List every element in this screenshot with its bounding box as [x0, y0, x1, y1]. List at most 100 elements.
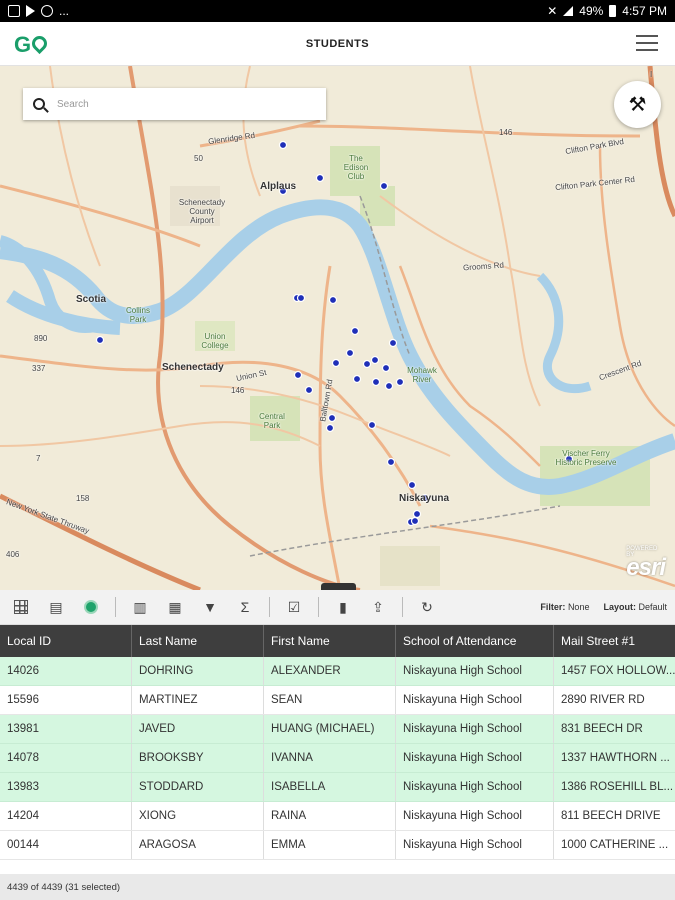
menu-icon-bar [636, 35, 658, 37]
cell-school: Niskayuna High School [396, 657, 554, 685]
column-header-school[interactable]: School of Attendance [396, 625, 554, 657]
grid-icon [14, 600, 28, 614]
photo-icon [8, 5, 20, 17]
table-row[interactable]: 13981 JAVED HUANG (MICHAEL) Niskayuna High … [0, 715, 675, 744]
cell-school: Niskayuna High School [396, 773, 554, 801]
list-icon: ▤ [49, 598, 63, 615]
cell-mail-street: 2890 RIVER RD [561, 694, 645, 706]
map-label-schenectady: Schenectady [162, 362, 224, 373]
table-row[interactable]: 14078 BROOKSBY IVANNA Niskayuna High School… [0, 744, 675, 773]
filter-status: Filter: None [540, 602, 590, 612]
cell-local-id: 13983 [0, 773, 132, 801]
cell-school: Niskayuna High School [396, 686, 554, 714]
cell-first-name: SEAN [264, 686, 396, 714]
map-label-mohawk-river: Mohawk River [407, 366, 437, 384]
map-view-button[interactable] [80, 596, 102, 618]
globe-icon [84, 600, 98, 614]
cell-local-id: 14204 [0, 802, 132, 830]
toolbar-divider [318, 597, 319, 617]
route-shield-interstate: I [650, 70, 653, 79]
mute-icon: ✕ [547, 4, 558, 18]
table-row[interactable]: 14204 XIONG RAINA Niskayuna High School 811 … [0, 802, 675, 831]
map-resize-handle[interactable] [321, 583, 356, 590]
route-shield-50: 50 [194, 154, 203, 163]
column-header-mail-street[interactable]: Mail Street #1 [554, 625, 675, 657]
table-row[interactable]: 15596 MARTINEZ SEAN Niskayuna High School 28… [0, 686, 675, 715]
more-notifications: ... [59, 4, 70, 18]
cell-first-name: ISABELLA [264, 773, 396, 801]
refresh-button[interactable]: ↻ [416, 596, 438, 618]
cell-mail-street: 1457 FOX HOLLOW... [561, 665, 675, 677]
map-view[interactable]: Alplaus Scotia Schenectady Niskayuna The… [0, 66, 675, 590]
cell-school: Niskayuna High School [396, 744, 554, 772]
toolbar-divider [115, 597, 116, 617]
cell-last-name: STODDARD [132, 773, 264, 801]
cell-mail-street: 831 BEECH DR [561, 723, 643, 735]
list-view-button[interactable]: ▤ [45, 596, 67, 618]
cell-local-id: 14026 [0, 657, 132, 685]
document-icon: ▮ [339, 598, 347, 615]
cell-local-id: 13981 [0, 715, 132, 743]
cell-last-name: DOHRING [132, 657, 264, 685]
menu-button[interactable] [636, 35, 658, 51]
export-button[interactable]: ⇪ [367, 596, 389, 618]
columns-icon: ▥ [133, 598, 147, 615]
cell-mail-street: 1337 HAWTHORN ... [561, 752, 670, 764]
cell-local-id: 00144 [0, 831, 132, 859]
cell-school: Niskayuna High School [396, 831, 554, 859]
checkbox-icon: ☑ [287, 598, 301, 615]
cell-last-name: ARAGOSA [132, 831, 264, 859]
map-label-airport: Schenectady County Airport [178, 198, 226, 225]
esri-attribution: POWERED BY esri [626, 546, 666, 582]
cell-first-name: HUANG (MICHAEL) [264, 715, 396, 743]
battery-icon [609, 5, 617, 17]
cell-mail-street: 811 BEECH DRIVE [561, 810, 661, 822]
columns-button[interactable]: ▥ [129, 596, 151, 618]
table-row[interactable]: 14026 DOHRING ALEXANDER Niskayuna High Scho… [0, 657, 675, 686]
record-count: 4439 of 4439 (31 selected) [0, 874, 675, 900]
column-header-local-id[interactable]: Local ID [0, 625, 132, 657]
share-icon: ⇪ [372, 598, 384, 615]
column-header-last-name[interactable]: Last Name [132, 625, 264, 657]
cell-mail-street: 1000 CATHERINE ... [561, 839, 669, 851]
table-row[interactable]: 13983 STODDARD ISABELLA Niskayuna High Scho… [0, 773, 675, 802]
map-label-alplaus: Alplaus [260, 181, 297, 192]
cell-first-name: EMMA [264, 831, 396, 859]
map-tools-button[interactable]: ⚒ [614, 81, 661, 128]
grid-view-button[interactable] [10, 596, 32, 618]
cell-last-name: BROOKSBY [132, 744, 264, 772]
route-shield-146: 146 [499, 128, 513, 137]
summary-button[interactable]: Σ [234, 596, 256, 618]
route-shield-7: 7 [36, 454, 41, 463]
cell-first-name: ALEXANDER [264, 657, 396, 685]
layout-button[interactable]: ▦ [164, 596, 186, 618]
students-table: Local ID Last Name First Name School of … [0, 625, 675, 860]
cell-school: Niskayuna High School [396, 715, 554, 743]
table-row[interactable]: 00144 ARAGOSA EMMA Niskayuna High School 100… [0, 831, 675, 860]
map-search-box[interactable] [23, 88, 326, 120]
select-button[interactable]: ☑ [283, 596, 305, 618]
page-title: STUDENTS [305, 37, 370, 50]
map-label-collins-park: Collins Park [125, 306, 150, 324]
route-shield-158: 158 [76, 494, 90, 503]
menu-icon-bar [636, 42, 658, 44]
layout-icon: ▦ [168, 598, 182, 615]
filter-button[interactable]: ▼ [199, 596, 221, 618]
map-label-edison-club: The Edison Club [343, 154, 369, 181]
route-shield-146b: 146 [231, 386, 245, 395]
search-input[interactable] [57, 98, 297, 110]
column-header-first-name[interactable]: First Name [264, 625, 396, 657]
cell-last-name: MARTINEZ [132, 686, 264, 714]
toolbar-divider [269, 597, 270, 617]
battery-percent: 49% [579, 4, 604, 18]
map-label-niskayuna: Niskayuna [399, 493, 450, 504]
map-label-union-college: Union College [201, 332, 229, 350]
menu-icon-bar [636, 49, 658, 51]
layout-status: Layout: Default [603, 602, 667, 612]
cell-last-name: XIONG [132, 802, 264, 830]
grid-toolbar: ▤ ▥ ▦ ▼ Σ ☑ ▮ ⇪ ↻ Filter: None Layout: D… [0, 590, 675, 625]
cell-local-id: 15596 [0, 686, 132, 714]
signal-icon [563, 6, 574, 16]
report-button[interactable]: ▮ [332, 596, 354, 618]
search-icon [33, 98, 45, 110]
